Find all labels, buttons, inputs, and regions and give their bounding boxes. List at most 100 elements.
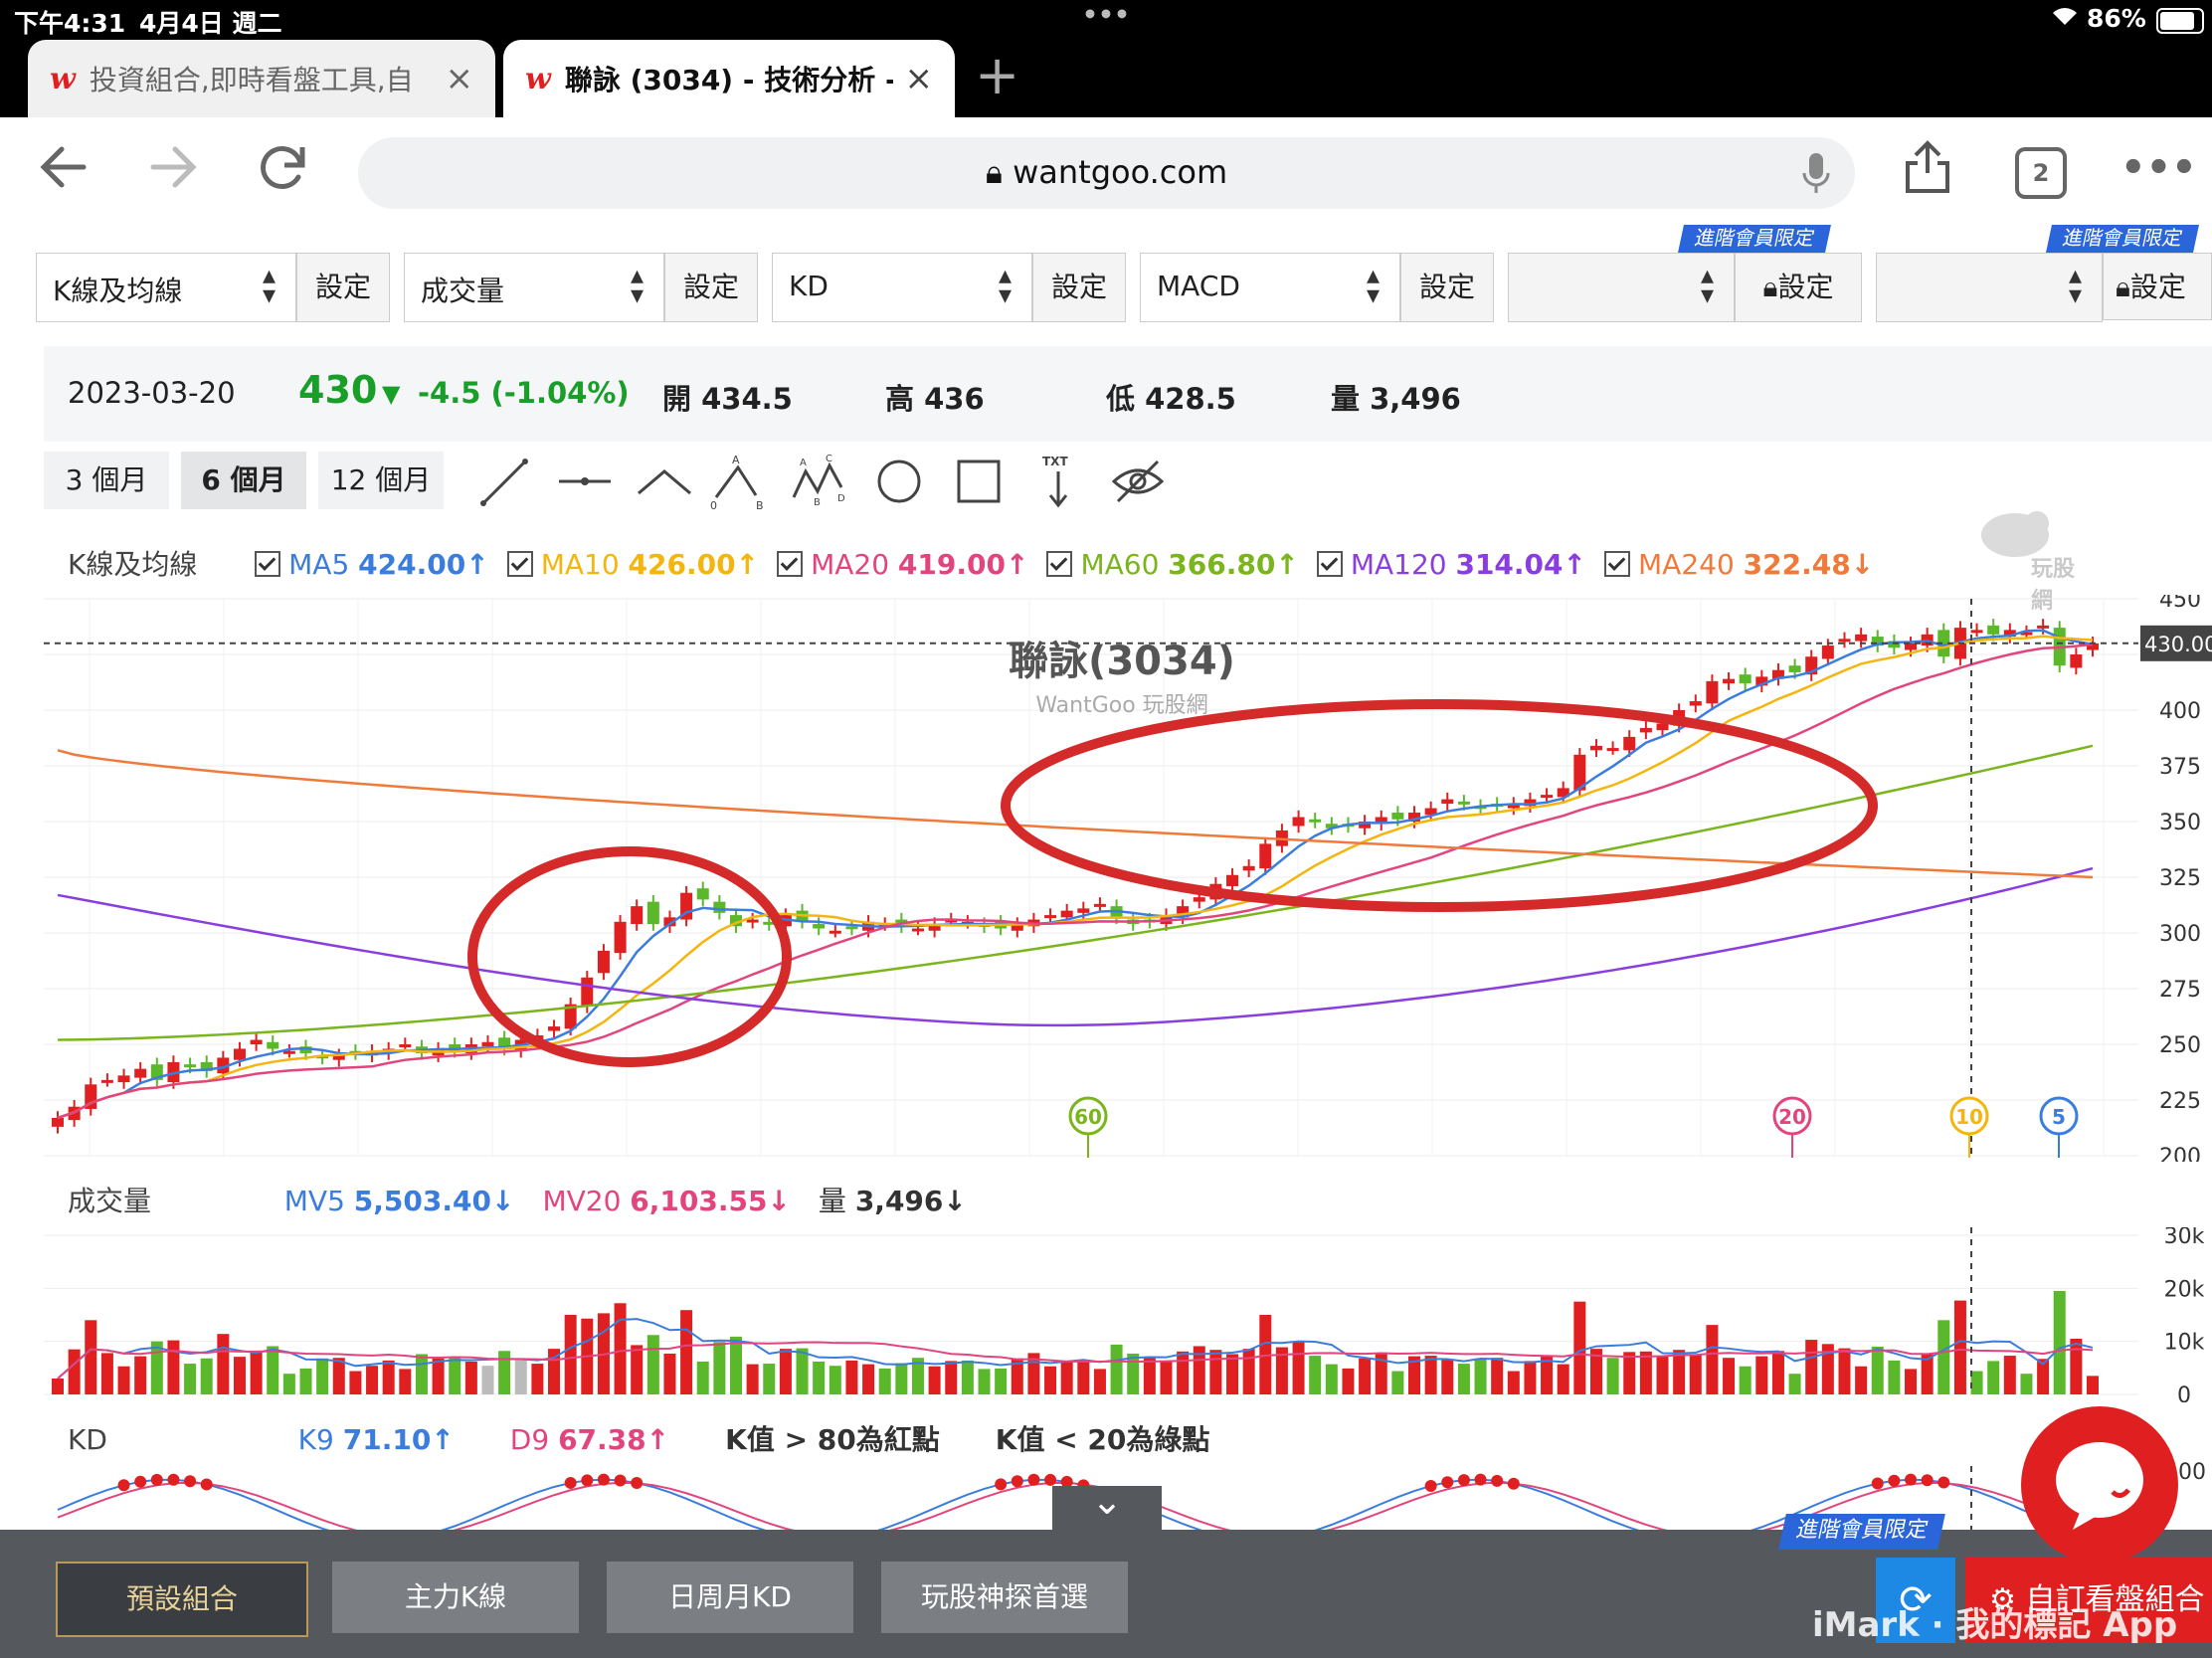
legend-value: 71.10 bbox=[342, 1423, 432, 1456]
close-tab-icon[interactable]: × bbox=[905, 59, 934, 98]
checkbox-icon[interactable] bbox=[1046, 551, 1073, 577]
indicator-select-4[interactable]: MACD ▴ ▾ bbox=[1140, 253, 1400, 322]
circle-icon[interactable] bbox=[869, 452, 929, 511]
hide-drawings-icon[interactable] bbox=[1108, 452, 1168, 511]
legend-value: 5,503.40 bbox=[353, 1185, 491, 1217]
volume-bar bbox=[730, 1336, 742, 1394]
legend-ma120[interactable]: MA120 314.04↑ bbox=[1316, 548, 1586, 581]
legend-ma5[interactable]: MA5 424.00↑ bbox=[255, 548, 489, 581]
legend-d9: D9 67.38↑ bbox=[510, 1423, 669, 1456]
angle-icon[interactable] bbox=[635, 452, 694, 511]
candle-body bbox=[250, 1039, 263, 1044]
period-6m-button[interactable]: 6 個月 bbox=[181, 452, 306, 509]
indicator-select-5-locked[interactable]: ▴ ▾ bbox=[1508, 253, 1735, 322]
tab-count-button[interactable]: 2 bbox=[2015, 147, 2067, 199]
volume-bar bbox=[68, 1349, 81, 1394]
period-12m-button[interactable]: 12 個月 bbox=[318, 452, 444, 509]
preset-default-button[interactable]: 預設組合 bbox=[56, 1562, 308, 1637]
preset-main-k-button[interactable]: 主力K線 bbox=[332, 1562, 579, 1633]
indicator-select-3[interactable]: KD ▴ ▾ bbox=[772, 253, 1032, 322]
volume-bar bbox=[1110, 1344, 1123, 1394]
legend-ma10[interactable]: MA10 426.00↑ bbox=[506, 548, 760, 581]
legend-name: MA5 bbox=[288, 548, 359, 581]
candle-body bbox=[117, 1075, 130, 1083]
candle-body bbox=[1970, 630, 1983, 634]
legend-ma20[interactable]: MA20 419.00↑ bbox=[777, 548, 1028, 581]
back-icon[interactable] bbox=[36, 139, 92, 208]
collapse-panel-button[interactable]: ⌄ bbox=[1052, 1482, 1162, 1532]
checkbox-icon[interactable] bbox=[777, 551, 804, 577]
abcd-pattern-icon[interactable]: A C B D bbox=[788, 452, 847, 511]
annotation-ellipse bbox=[467, 846, 792, 1067]
volume-bar bbox=[1474, 1358, 1487, 1394]
quote-date: 2023-03-20 bbox=[68, 376, 236, 410]
legend-ma240[interactable]: MA240 322.48↓ bbox=[1604, 548, 1874, 581]
more-options-icon[interactable]: ••• bbox=[2120, 145, 2197, 191]
ma-period-marker: 5 bbox=[2039, 1096, 2079, 1158]
settings-button-2[interactable]: 設定 bbox=[664, 253, 758, 322]
checkbox-icon[interactable] bbox=[255, 551, 281, 577]
volume-bar bbox=[1656, 1356, 1669, 1394]
new-tab-icon[interactable]: + bbox=[975, 44, 1019, 106]
candle-body bbox=[1093, 903, 1106, 907]
period-3m-button[interactable]: 3 個月 bbox=[44, 452, 169, 509]
settings-button-3[interactable]: 設定 bbox=[1032, 253, 1126, 322]
share-icon[interactable] bbox=[1902, 139, 1953, 208]
tab-technical-analysis[interactable]: w 聯詠 (3034) - 技術分析 - × bbox=[503, 40, 955, 117]
legend-ma60[interactable]: MA60 366.80↑ bbox=[1046, 548, 1299, 581]
down-triangle-icon: ▼ bbox=[382, 380, 401, 408]
checkbox-icon[interactable] bbox=[506, 551, 533, 577]
indicator-select-6-locked[interactable]: ▴ ▾ bbox=[1876, 253, 2103, 322]
overbought-dot bbox=[167, 1473, 180, 1486]
volume-bar bbox=[1855, 1366, 1868, 1394]
volume-bar bbox=[1639, 1351, 1652, 1394]
candle-body bbox=[1226, 874, 1239, 886]
volume-bar bbox=[845, 1360, 858, 1394]
candle-body bbox=[2037, 625, 2050, 629]
arrow-up-icon: ↑ bbox=[735, 548, 760, 581]
settings-button-4[interactable]: 設定 bbox=[1400, 253, 1494, 322]
address-bar[interactable]: 🔒︎ wantgoo.com bbox=[358, 137, 1855, 209]
volume-bar bbox=[1044, 1366, 1057, 1394]
indicator-select-1[interactable]: K線及均線 ▴ ▾ bbox=[36, 253, 296, 322]
candle-body bbox=[1905, 643, 1918, 650]
volume-chart[interactable]: 30k 20k 10k 0 bbox=[0, 1227, 2212, 1402]
volume-bar bbox=[1739, 1366, 1751, 1394]
price-chart[interactable]: 450 400 375 350 325 300 275 250 225 200 430.00 聯詠(3… bbox=[0, 595, 2212, 1162]
trend-line-icon[interactable] bbox=[475, 452, 535, 511]
settings-button-5-locked[interactable]: 🔒︎設定 bbox=[1735, 253, 1862, 322]
legend-量: 量 3,496↓ bbox=[819, 1185, 967, 1217]
horizontal-line-icon[interactable] bbox=[555, 452, 615, 511]
reload-icon[interactable] bbox=[255, 139, 310, 208]
preset-kd-button[interactable]: 日周月KD bbox=[607, 1562, 853, 1633]
checkbox-icon[interactable] bbox=[1604, 551, 1630, 577]
settings-button-6-locked[interactable]: 🔒︎設定 bbox=[2103, 253, 2212, 320]
overbought-dot bbox=[1888, 1474, 1901, 1487]
volume-bar bbox=[746, 1364, 759, 1394]
tab-portfolio[interactable]: w 投資組合,即時看盤工具,自 × bbox=[28, 40, 495, 117]
volume-bar bbox=[1706, 1325, 1719, 1394]
indicator-select-2[interactable]: 成交量 ▴ ▾ bbox=[404, 253, 664, 322]
volume-bar bbox=[1970, 1371, 1983, 1394]
volume-bar bbox=[813, 1361, 826, 1394]
text-icon[interactable]: TXT bbox=[1028, 452, 1088, 511]
multitask-dots[interactable]: ••• bbox=[1082, 0, 1130, 29]
close-tab-icon[interactable]: × bbox=[446, 59, 474, 98]
volume-bar bbox=[646, 1335, 659, 1394]
legend-value: 366.80 bbox=[1168, 548, 1276, 581]
forward-icon[interactable] bbox=[145, 139, 201, 208]
overbought-dot bbox=[564, 1476, 577, 1489]
settings-button-1[interactable]: 設定 bbox=[296, 253, 390, 322]
checkbox-icon[interactable] bbox=[1316, 551, 1343, 577]
rectangle-icon[interactable] bbox=[949, 452, 1009, 511]
abc-pattern-icon[interactable]: A B 0 bbox=[708, 452, 768, 512]
svg-text:A: A bbox=[800, 458, 807, 468]
svg-text:B: B bbox=[814, 497, 821, 508]
preset-picks-button[interactable]: 玩股神探首選 bbox=[881, 1562, 1128, 1633]
microphone-icon[interactable] bbox=[1801, 151, 1831, 199]
overbought-dot bbox=[1921, 1474, 1934, 1487]
volume-bar bbox=[1391, 1371, 1404, 1394]
chat-button[interactable] bbox=[2021, 1406, 2178, 1564]
legend-mv5: MV5 5,503.40↓ bbox=[284, 1185, 515, 1217]
volume-tick-label: 20k bbox=[2164, 1277, 2205, 1302]
